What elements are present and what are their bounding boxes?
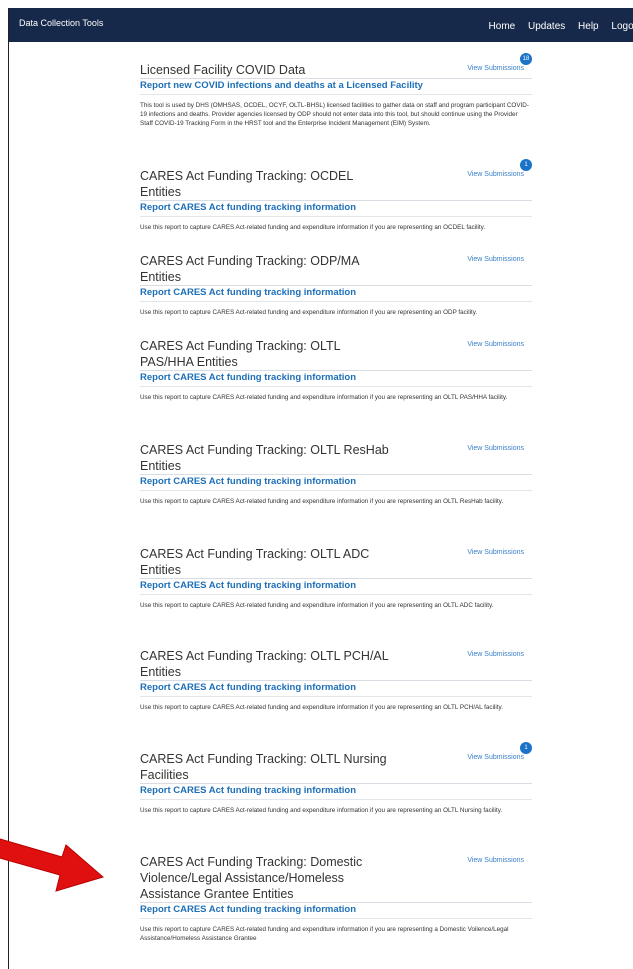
section-domestic-violence: CARES Act Funding Tracking: Domestic Vio…	[140, 854, 532, 943]
submission-count-badge: 18	[520, 53, 532, 65]
section-header: CARES Act Funding Tracking: ODP/MA Entit…	[140, 253, 532, 286]
section-header: CARES Act Funding Tracking: Domestic Vio…	[140, 854, 532, 903]
report-link[interactable]: Report CARES Act funding tracking inform…	[140, 372, 532, 387]
section-oltl-nursing: CARES Act Funding Tracking: OLTL Nursing…	[140, 742, 532, 815]
view-submissions-link[interactable]: View Submissions	[467, 256, 524, 263]
view-submissions-link[interactable]: View Submissions	[467, 341, 524, 348]
report-link[interactable]: Report CARES Act funding tracking inform…	[140, 682, 532, 697]
section-description: Use this report to capture CARES Act-rel…	[140, 394, 508, 401]
view-submissions-link[interactable]: View Submissions	[467, 857, 524, 864]
section-description: Use this report to capture CARES Act-rel…	[140, 309, 478, 316]
report-link[interactable]: Report CARES Act funding tracking inform…	[140, 785, 532, 800]
section-header: Licensed Facility COVID Data View Submis…	[140, 53, 532, 79]
section-oltl-pch-al: CARES Act Funding Tracking: OLTL PCH/AL …	[140, 648, 532, 712]
section-title: CARES Act Funding Tracking: OCDEL Entiti…	[140, 169, 353, 199]
report-link[interactable]: Report CARES Act funding tracking inform…	[140, 202, 532, 217]
submission-count-badge: 1	[520, 159, 532, 171]
nav-logout-link[interactable]: Logout	[611, 21, 633, 32]
section-title: Licensed Facility COVID Data	[140, 63, 306, 77]
section-title: CARES Act Funding Tracking: OLTL ResHab …	[140, 443, 389, 473]
section-oltl-pas-hha: CARES Act Funding Tracking: OLTL PAS/HHA…	[140, 338, 532, 402]
section-header: CARES Act Funding Tracking: OCDEL Entiti…	[140, 159, 532, 201]
section-ocdel: CARES Act Funding Tracking: OCDEL Entiti…	[140, 159, 532, 232]
section-oltl-reshab: CARES Act Funding Tracking: OLTL ResHab …	[140, 442, 532, 506]
view-submissions-link[interactable]: View Submissions	[467, 65, 524, 72]
section-header: CARES Act Funding Tracking: OLTL Nursing…	[140, 742, 532, 784]
red-arrow-icon	[0, 838, 105, 892]
section-header: CARES Act Funding Tracking: OLTL PCH/AL …	[140, 648, 532, 681]
section-title: CARES Act Funding Tracking: OLTL ADC Ent…	[140, 547, 370, 577]
nav-home-link[interactable]: Home	[489, 21, 516, 32]
section-title: CARES Act Funding Tracking: OLTL Nursing…	[140, 752, 387, 782]
report-link[interactable]: Report CARES Act funding tracking inform…	[140, 476, 532, 491]
section-description: Use this report to capture CARES Act-rel…	[140, 498, 504, 505]
section-description: Use this report to capture CARES Act-rel…	[140, 807, 503, 814]
nav-help-link[interactable]: Help	[578, 21, 599, 32]
section-header: CARES Act Funding Tracking: OLTL ResHab …	[140, 442, 532, 475]
section-title: CARES Act Funding Tracking: OLTL PAS/HHA…	[140, 339, 341, 369]
section-odp-ma: CARES Act Funding Tracking: ODP/MA Entit…	[140, 253, 532, 317]
nav-updates-link[interactable]: Updates	[528, 21, 565, 32]
report-link[interactable]: Report CARES Act funding tracking inform…	[140, 287, 532, 302]
view-submissions-link[interactable]: View Submissions	[467, 549, 524, 556]
top-navbar: Data Collection Tools Home Updates Help …	[9, 8, 633, 42]
nav-links: Home Updates Help Logout	[479, 21, 633, 32]
view-submissions-link[interactable]: View Submissions	[467, 171, 524, 178]
section-licensed-facility: Licensed Facility COVID Data View Submis…	[140, 53, 532, 129]
section-description: Use this report to capture CARES Act-rel…	[140, 224, 486, 231]
section-description: Use this report to capture CARES Act-rel…	[140, 602, 494, 609]
view-submissions-link[interactable]: View Submissions	[467, 651, 524, 658]
section-description: Use this report to capture CARES Act-rel…	[140, 926, 509, 943]
view-submissions-link[interactable]: View Submissions	[467, 754, 524, 761]
section-description: This tool is used by DHS (OMHSAS, OCDEL,…	[140, 102, 529, 128]
section-description: Use this report to capture CARES Act-rel…	[140, 704, 503, 711]
section-title: CARES Act Funding Tracking: OLTL PCH/AL …	[140, 649, 389, 679]
report-link[interactable]: Report new COVID infections and deaths a…	[140, 80, 532, 95]
section-header: CARES Act Funding Tracking: OLTL ADC Ent…	[140, 546, 532, 579]
section-title: CARES Act Funding Tracking: ODP/MA Entit…	[140, 254, 359, 284]
section-title: CARES Act Funding Tracking: Domestic Vio…	[140, 855, 363, 901]
section-header: CARES Act Funding Tracking: OLTL PAS/HHA…	[140, 338, 532, 371]
report-link[interactable]: Report CARES Act funding tracking inform…	[140, 904, 532, 919]
report-link[interactable]: Report CARES Act funding tracking inform…	[140, 580, 532, 595]
view-submissions-link[interactable]: View Submissions	[467, 445, 524, 452]
brand-title[interactable]: Data Collection Tools	[19, 18, 103, 28]
submission-count-badge: 1	[520, 742, 532, 754]
section-oltl-adc: CARES Act Funding Tracking: OLTL ADC Ent…	[140, 546, 532, 610]
